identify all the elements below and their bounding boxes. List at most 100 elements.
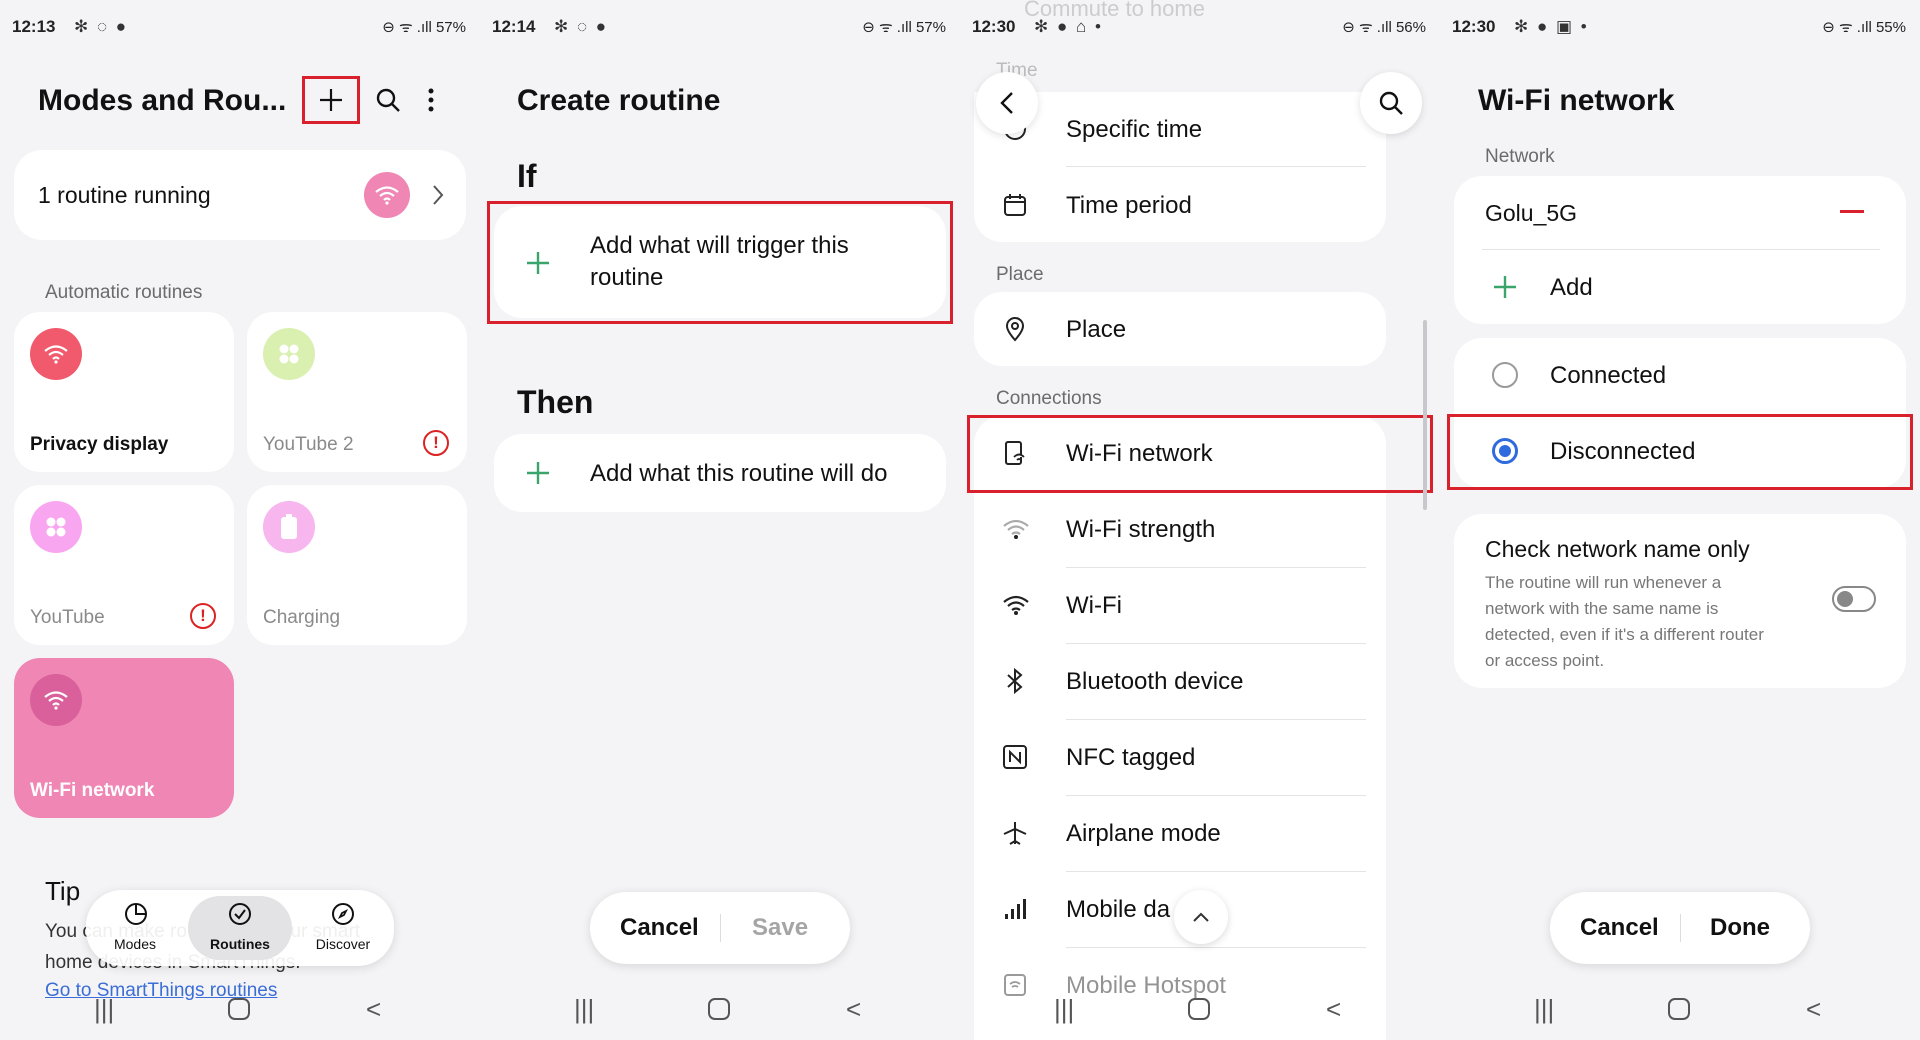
connections-section-label: Connections <box>996 388 1102 409</box>
tile-label: YouTube 2 <box>263 434 354 455</box>
system-navbar: ||| < <box>0 980 480 1040</box>
check-network-toggle[interactable] <box>1832 586 1876 612</box>
save-button[interactable]: Save <box>752 914 808 942</box>
connections-card: Wi-Fi network Wi-Fi strength Wi-Fi Bluet… <box>974 416 1386 1040</box>
tile-label: Charging <box>263 607 341 628</box>
back-button[interactable]: < <box>1806 994 1821 1025</box>
routine-tile-privacy-display[interactable]: Privacy display <box>14 312 234 472</box>
divider <box>720 914 721 942</box>
cancel-button[interactable]: Cancel <box>620 914 699 942</box>
tile-label: Wi-Fi network <box>30 780 155 801</box>
calendar-icon <box>1004 194 1026 216</box>
system-navbar: ||| < <box>480 980 960 1040</box>
routine-tile-youtube-2[interactable]: YouTube 2 ! <box>247 312 467 472</box>
item-label: Specific time <box>1066 116 1203 143</box>
tip-title: Tip <box>45 876 81 906</box>
more-options-button[interactable] <box>416 80 446 120</box>
list-item-time-period[interactable]: Time period <box>974 168 1386 242</box>
signal-bars-icon <box>1005 899 1026 919</box>
alert-icon: ! <box>190 603 216 629</box>
add-action-label: Add what this routine will do <box>590 460 888 487</box>
scroll-to-top-button[interactable] <box>1174 890 1228 944</box>
list-item-place[interactable]: Place <box>974 292 1386 366</box>
plus-icon <box>320 89 342 111</box>
notification-icons: ✻ ◌ ● <box>74 17 129 36</box>
item-label: NFC tagged <box>1066 744 1196 771</box>
status-bar: 12:30 ✻ ● ⌂ • ⊖ ᯤ .ıll 56% <box>972 14 1426 40</box>
recents-button[interactable]: ||| <box>574 994 594 1025</box>
list-item-airplane-mode[interactable]: Airplane mode <box>974 796 1386 870</box>
item-label: Airplane mode <box>1066 820 1221 847</box>
add-action-card[interactable]: Add what this routine will do <box>494 434 946 512</box>
running-label: 1 routine running <box>38 182 211 208</box>
chevron-up-icon <box>1193 912 1209 922</box>
nfc-icon <box>1003 745 1027 769</box>
nav-label: Modes <box>113 936 157 952</box>
nav-routines[interactable]: Routines <box>188 896 292 960</box>
divider <box>1066 166 1366 167</box>
done-button[interactable]: Done <box>1710 914 1770 942</box>
nav-label: Discover <box>315 936 371 952</box>
home-button[interactable] <box>1668 998 1690 1020</box>
status-time: 12:14 <box>492 17 536 36</box>
add-label: Add <box>1550 274 1593 301</box>
wifi-strength-icon <box>1003 519 1029 539</box>
location-pin-icon <box>1005 317 1025 342</box>
if-label: If <box>517 158 537 194</box>
scrollbar[interactable] <box>1423 320 1427 510</box>
back-nav-button[interactable] <box>976 72 1038 134</box>
routine-tile-wifi-network[interactable]: Wi-Fi network <box>14 658 234 818</box>
list-item-wifi-strength[interactable]: Wi-Fi strength <box>974 492 1386 566</box>
place-section-label: Place <box>996 264 1044 285</box>
wifi-routine-icon <box>364 172 410 218</box>
plus-icon <box>527 462 549 484</box>
highlight-box <box>1447 414 1913 490</box>
home-button[interactable] <box>1188 998 1210 1020</box>
highlight-box <box>487 201 953 324</box>
back-button[interactable]: < <box>1326 994 1341 1025</box>
status-right: ⊖ ᯤ .ıll 56% <box>1342 19 1426 36</box>
action-bar: Cancel Save <box>590 892 850 964</box>
status-right: ⊖ ᯤ .ıll 57% <box>382 19 466 36</box>
wifi-icon <box>30 674 82 726</box>
radio-button[interactable] <box>1492 362 1518 388</box>
time-card: Specific time Time period <box>974 92 1386 242</box>
routine-tile-youtube[interactable]: YouTube ! <box>14 485 234 645</box>
then-label: Then <box>517 384 594 420</box>
recents-button[interactable]: ||| <box>94 994 114 1025</box>
search-button[interactable] <box>1360 72 1422 134</box>
add-routine-button[interactable] <box>306 80 356 120</box>
check-network-card[interactable]: Check network name only The routine will… <box>1454 514 1906 688</box>
create-routine-screen: 12:14 ✻ ◌ ● ⊖ ᯤ .ıll 57% Create routine … <box>480 0 960 1040</box>
nav-modes[interactable]: Modes <box>92 896 178 960</box>
network-section-label: Network <box>1485 146 1555 167</box>
routine-tile-charging[interactable]: Charging <box>247 485 467 645</box>
home-button[interactable] <box>228 998 250 1020</box>
more-vert-icon <box>428 88 434 112</box>
remove-network-button[interactable] <box>1840 210 1864 213</box>
apps-icon <box>30 501 82 553</box>
option-connected[interactable]: Connected <box>1454 338 1906 412</box>
back-button[interactable]: < <box>846 994 861 1025</box>
add-network-button[interactable]: Add <box>1454 252 1906 322</box>
list-item-wifi[interactable]: Wi-Fi <box>974 568 1386 642</box>
recents-button[interactable]: ||| <box>1534 994 1554 1025</box>
status-time: 12:30 <box>1452 17 1496 36</box>
home-button[interactable] <box>708 998 730 1020</box>
search-button[interactable] <box>368 80 408 120</box>
cancel-button[interactable]: Cancel <box>1580 914 1659 942</box>
nav-discover[interactable]: Discover <box>298 896 388 960</box>
section-label: Automatic routines <box>45 282 203 303</box>
wifi-icon <box>30 328 82 380</box>
wifi-network-screen: 12:30 ✻ ● ▣ • ⊖ ᯤ .ıll 55% Wi-Fi network… <box>1440 0 1920 1040</box>
action-bar: Cancel Done <box>1550 892 1810 964</box>
recents-button[interactable]: ||| <box>1054 994 1074 1025</box>
item-label: Bluetooth device <box>1066 668 1244 695</box>
list-item-bluetooth-device[interactable]: Bluetooth device <box>974 644 1386 718</box>
running-routines-card[interactable]: 1 routine running <box>14 150 466 240</box>
system-navbar: ||| < <box>1440 980 1920 1040</box>
item-label: Place <box>1066 316 1127 343</box>
back-button[interactable]: < <box>366 994 381 1025</box>
list-item-nfc-tagged[interactable]: NFC tagged <box>974 720 1386 794</box>
network-name: Golu_5G <box>1485 200 1578 226</box>
